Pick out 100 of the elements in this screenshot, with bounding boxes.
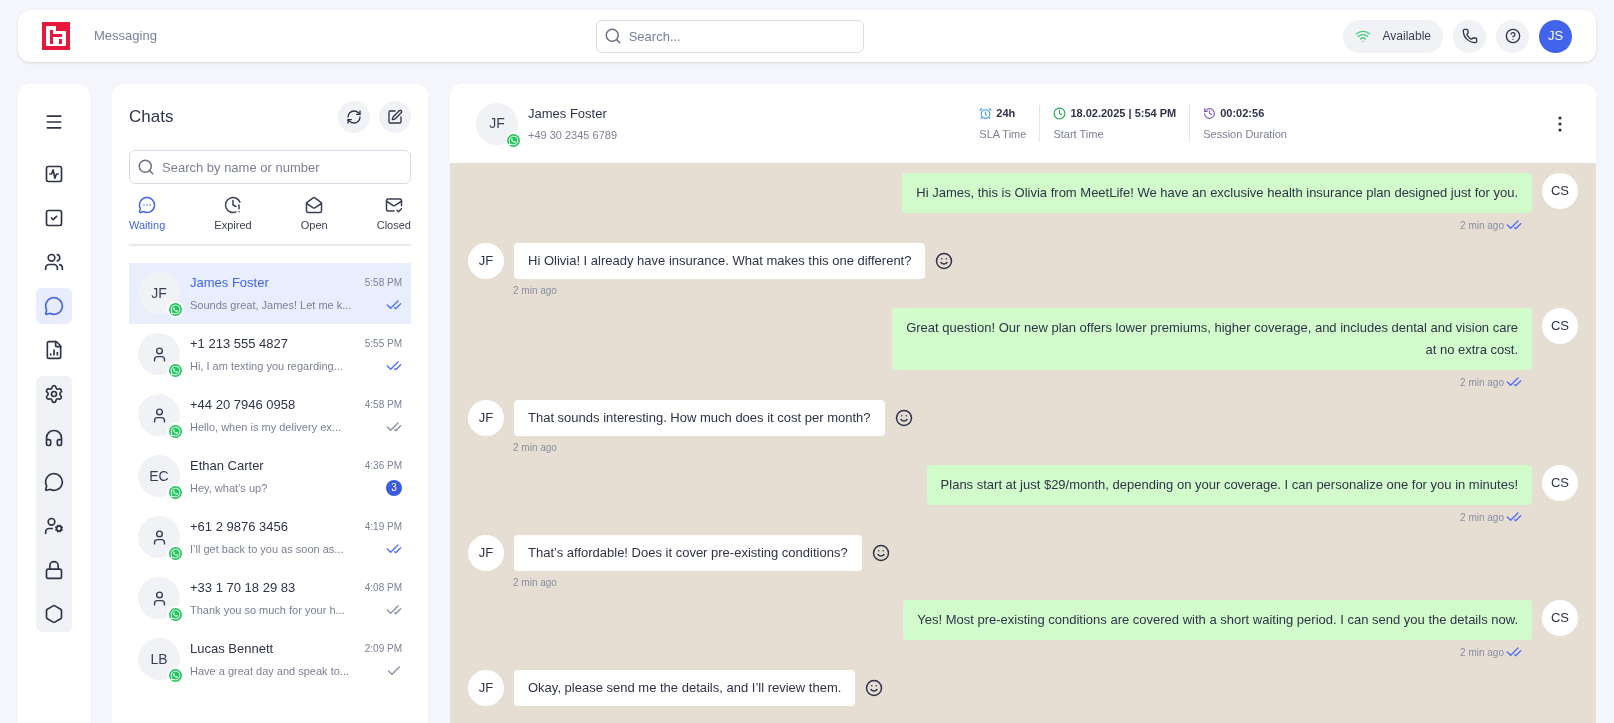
message-bubble: That’s affordable! Does it cover pre-existing conditions?: [514, 535, 862, 571]
agent-avatar: CS: [1542, 465, 1578, 501]
avatar-initials: JF: [489, 114, 505, 133]
report-icon: [44, 340, 64, 360]
chat-list-item[interactable]: EC Ethan Carter 4:36 PM Hey, what’s up? 3: [129, 445, 411, 507]
chat-search-field[interactable]: Search by name or number: [129, 150, 411, 184]
stat-value: 18.02.2025 | 5:54 PM: [1070, 106, 1177, 121]
chat-dots-icon: [138, 196, 157, 214]
contact-name: Lucas Bennett: [190, 640, 274, 658]
whatsapp-badge-icon: [167, 606, 184, 623]
help-icon: [1504, 28, 1521, 44]
message-preview: Have a great day and speak to...: [190, 663, 349, 679]
chat-list-item[interactable]: LB Lucas Bennett 2:09 PM Have a great day and speak to...: [129, 628, 411, 690]
contact-name: James Foster: [190, 274, 269, 292]
emoji-reaction-icon[interactable]: [894, 409, 913, 427]
emoji-reaction-icon[interactable]: [871, 544, 890, 562]
message-bubble: Hi James, this is Olivia from MeetLife! We have an exclusive health insurance plan designed just for you.: [902, 173, 1532, 213]
chat-bubble-icon: [44, 296, 64, 316]
message-bubble: Great question! Our new plan offers lower premiums, higher coverage, and includes dental and vision care at no extra cost.: [892, 308, 1532, 370]
edit-icon: [387, 109, 403, 125]
stat-label: Session Duration: [1203, 126, 1287, 142]
agent-avatar: CS: [1542, 173, 1578, 209]
app-title: Messaging: [94, 27, 157, 46]
contact-name: Ethan Carter: [190, 457, 264, 475]
filter-tab[interactable]: Waiting: [129, 196, 166, 234]
chat-time: 4:19 PM: [364, 520, 402, 535]
chat-time: 5:58 PM: [364, 276, 402, 291]
chat-time: 4:58 PM: [364, 398, 402, 413]
user-gear-icon: [44, 516, 64, 536]
phone-icon: [1461, 28, 1478, 44]
whatsapp-badge-icon: [167, 484, 184, 501]
message-bubble: That sounds interesting. How much does it cost per month?: [514, 400, 885, 436]
compose-button[interactable]: [379, 101, 411, 133]
chat-list-item[interactable]: +1 213 555 4827 5:55 PM Hi, I am texting you regarding...: [129, 323, 411, 385]
message-time: 2 min ago: [1460, 375, 1504, 390]
avatar-initials: JF: [151, 283, 167, 303]
activity-icon: [44, 164, 64, 184]
panel-title: Chats: [129, 106, 174, 129]
contact-avatar: JF: [468, 243, 504, 279]
avatar-initials: EC: [149, 466, 169, 486]
whatsapp-badge-icon: [167, 545, 184, 562]
message-time: 2 min ago: [1460, 218, 1504, 233]
phone-button[interactable]: [1453, 19, 1486, 53]
checkbox-icon: [44, 208, 64, 228]
stat-value: 24h: [996, 106, 1016, 121]
chat-list-item[interactable]: +44 20 7946 0958 4:58 PM Hello, when is my delivery ex...: [129, 384, 411, 446]
avatar-initials: LB: [150, 649, 168, 669]
envelope-open-icon: [305, 196, 324, 214]
help-button[interactable]: [1496, 19, 1529, 53]
agent-avatar: CS: [1542, 600, 1578, 636]
clock-alert-icon: [224, 196, 242, 214]
message-preview: Hey, what’s up?: [190, 480, 268, 496]
hexagon-icon: [44, 604, 64, 624]
alarm-clock-icon: [979, 106, 993, 120]
search-icon: [137, 158, 155, 176]
contact-name: +44 20 7946 0958: [190, 396, 296, 414]
message-preview: Sounds great, James! Let me k...: [190, 297, 352, 313]
logo-icon: [42, 22, 70, 50]
emoji-reaction-icon[interactable]: [935, 252, 954, 270]
contact-name: +61 2 9876 3456: [190, 518, 288, 536]
history-icon: [1203, 106, 1217, 120]
whatsapp-badge-icon: [167, 362, 184, 379]
chat-list-item[interactable]: JF James Foster 5:58 PM Sounds great, James! Let me k...: [129, 262, 411, 324]
filter-tab[interactable]: Closed: [376, 196, 411, 234]
message-preview: Hi, I am texting you regarding...: [190, 358, 343, 374]
whatsapp-badge-icon: [167, 667, 184, 684]
lock-icon: [44, 560, 64, 580]
contact-name: +1 213 555 4827: [190, 335, 288, 353]
contact-phone: +49 30 2345 6789: [528, 128, 617, 143]
stat-value: 00:02:56: [1220, 106, 1265, 121]
message-preview: Thank you so much for your h...: [190, 602, 345, 618]
search-field[interactable]: Search...: [595, 19, 864, 53]
users-icon: [44, 252, 64, 272]
agent-avatar: CS: [1542, 308, 1578, 344]
filter-tab[interactable]: Expired: [214, 196, 252, 234]
message-bubble: Plans start at just $29/month, depending on your coverage. I can personalize one for you in minutes!: [926, 465, 1532, 505]
chat-list-item[interactable]: +61 2 9876 3456 4:19 PM I’ll get back to you as soon as...: [129, 506, 411, 568]
search-icon: [603, 26, 622, 45]
chat-time: 4:08 PM: [364, 581, 402, 596]
contact-name: James Foster: [528, 104, 608, 123]
unread-count: 3: [386, 479, 402, 496]
emoji-reaction-icon[interactable]: [865, 679, 884, 697]
contact-name: +33 1 70 18 29 83: [190, 579, 296, 597]
message-preview: Hello, when is my delivery ex...: [190, 419, 341, 435]
menu-icon: [44, 112, 64, 132]
user-avatar[interactable]: JS: [1539, 19, 1572, 53]
wifi-icon: [1354, 28, 1371, 44]
headset-icon: [44, 428, 64, 448]
contact-avatar: JF: [468, 535, 504, 571]
chat-list-item[interactable]: +33 1 70 18 29 83 4:08 PM Thank you so much for your h...: [129, 567, 411, 629]
message-time: 2 min ago: [1460, 510, 1504, 525]
availability-button[interactable]: Available: [1342, 19, 1443, 53]
filter-tab[interactable]: Open: [300, 196, 328, 234]
more-icon: [1558, 115, 1562, 132]
contact-avatar: JF: [468, 670, 504, 706]
contact-avatar: JF: [468, 400, 504, 436]
chat-bubble-icon: [44, 472, 64, 492]
refresh-button[interactable]: [338, 101, 370, 133]
chat-time: 4:36 PM: [364, 459, 402, 474]
message-time: 2 min ago: [513, 441, 557, 455]
